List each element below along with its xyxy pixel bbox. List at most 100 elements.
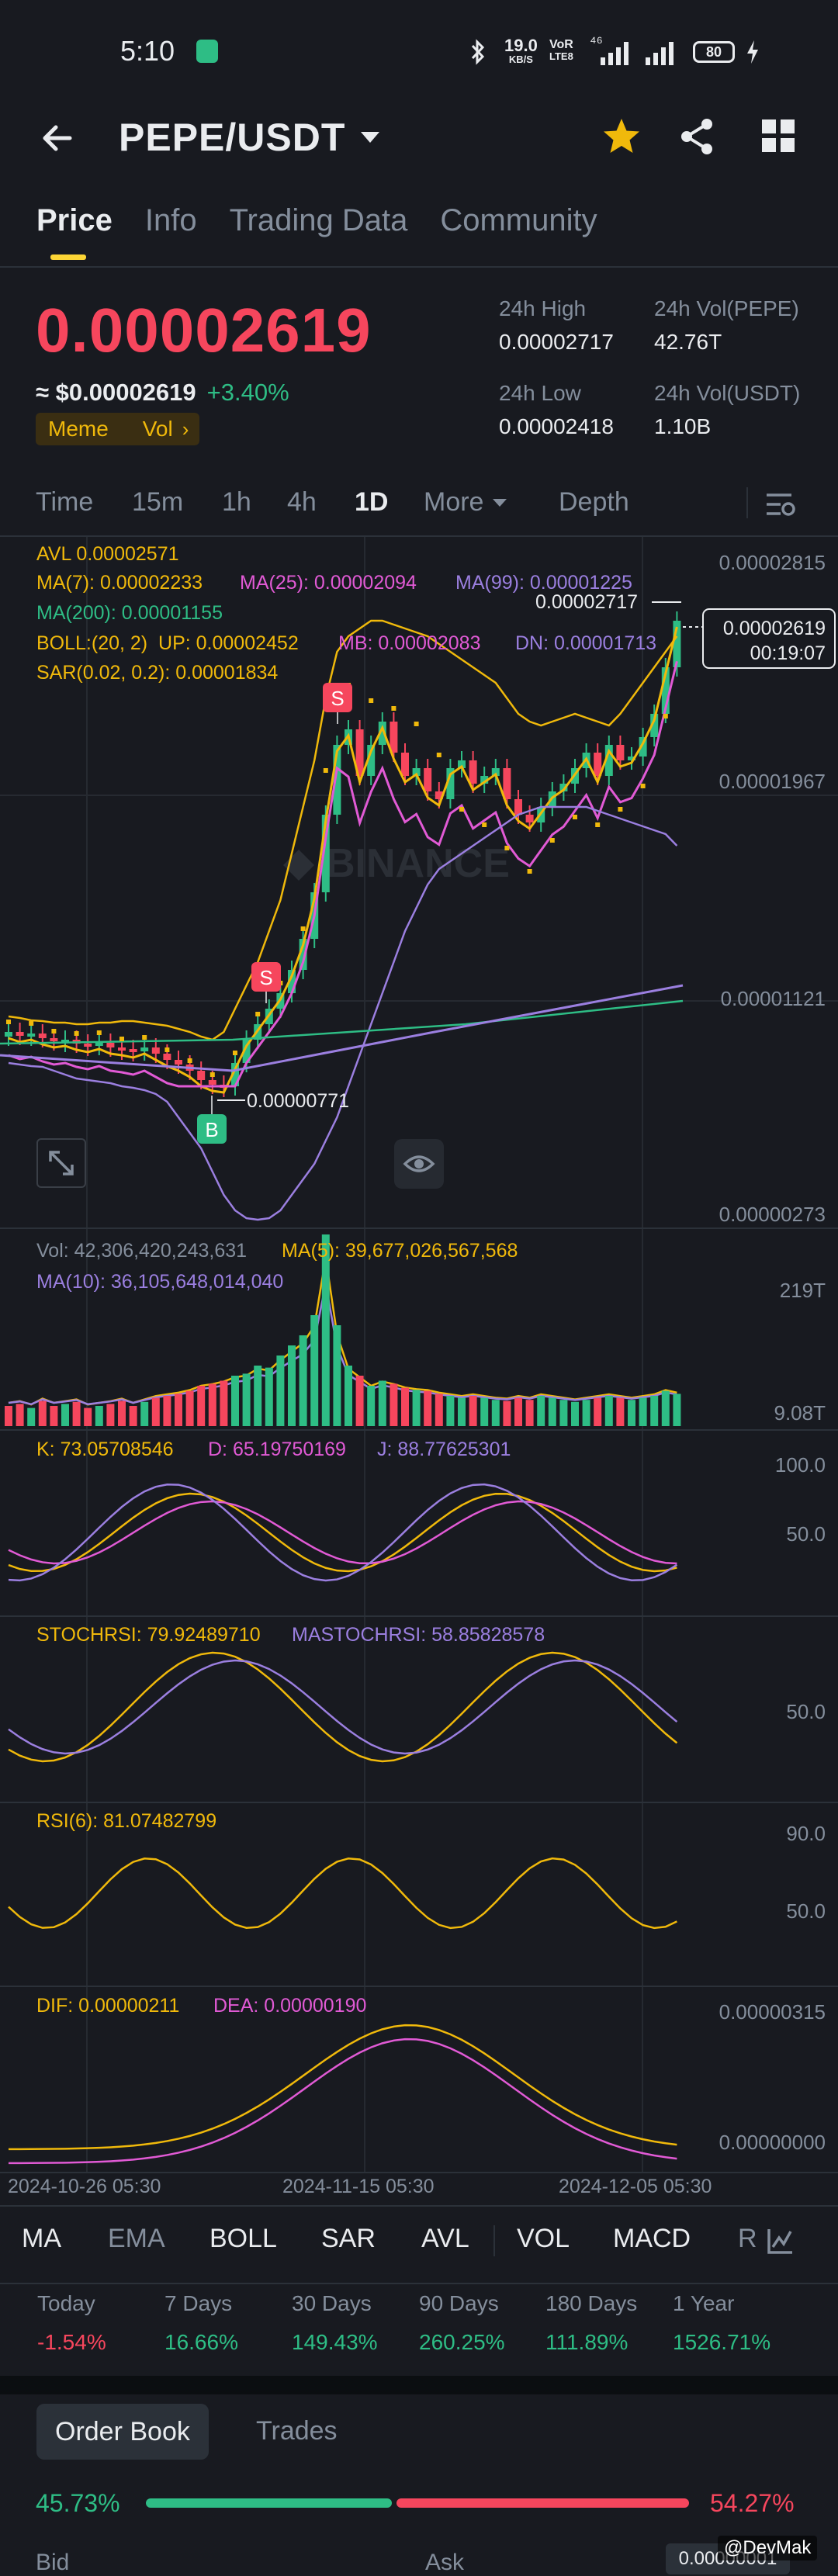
chart-settings-icon[interactable] [764,489,798,520]
sar-dot [482,822,487,827]
tag-meme: Meme [48,417,109,441]
sar-dot [255,1012,261,1016]
price-change: +3.40% [206,379,289,406]
volume-bar [38,1401,47,1426]
interval-depth[interactable]: Depth [559,487,629,518]
order-tab-trades[interactable]: Trades [256,2416,338,2446]
grid-layout-icon[interactable] [760,118,796,154]
battery-icon: 80 [693,41,735,63]
indicator-bottom-divider [0,2283,838,2284]
sar-dot [573,815,577,819]
vol-ma5-legend: MA(5): 39,677,026,567,568 [282,1240,518,1262]
candle-body [84,1044,92,1047]
notification-app-icon [196,40,218,63]
candle-body [514,799,522,815]
indicator-boll[interactable]: BOLL [210,2224,277,2254]
indicator-vol[interactable]: VOL [517,2224,570,2254]
candlestick-chart[interactable]: BINANCE 0.00002815 0.00001967 0.00001121… [0,537,838,2205]
rsi-legend: RSI(6): 81.07482799 [36,1810,217,1832]
y-label-2: 0.00001967 [719,770,826,793]
rsi-y-mid: 50.0 [786,1899,826,1923]
candle-body [106,1043,115,1047]
sar-dot [640,784,646,788]
indicator-ema[interactable]: EMA [108,2224,165,2254]
vol-base-label: 24h Vol(PEPE) [654,296,799,320]
perf-180d: 180 Days 111.89% [545,2291,638,2354]
interval-15m[interactable]: 15m [132,487,183,518]
rsi-y-top: 90.0 [786,1822,826,1845]
sar-dot [74,1031,79,1036]
volume-bar [118,1401,126,1426]
interval-1h[interactable]: 1h [222,487,251,518]
interval-time[interactable]: Time [36,487,93,518]
volume-bar [129,1406,137,1426]
volume-bar [525,1400,534,1426]
volume-bar [197,1386,206,1426]
volume-bar [276,1356,285,1426]
candle-body [140,1047,149,1051]
net-speed: 19.0 KB/S [504,36,538,65]
interval-4h[interactable]: 4h [287,487,317,518]
volume-bar [378,1380,386,1426]
sub-indicator-lines [8,1483,678,1930]
macd-dea-legend: DEA: 0.00000190 [213,1995,367,2017]
sar-dot [29,1021,34,1026]
mastochrsi-line [8,1659,678,1755]
volume-bar [72,1401,81,1426]
high-label: 24h High [499,296,587,320]
candle-body [129,1049,137,1052]
boll-dn-legend: DN: 0.00001713 [515,632,657,654]
indicator-rsi[interactable]: RSI [738,2224,758,2254]
vol-ma10-legend: MA(10): 36,105,648,014,040 [36,1271,284,1293]
kdj-k-legend: K: 73.05708546 [36,1439,174,1460]
volume-bar [16,1404,24,1426]
ma25-legend: MA(25): 0.00002094 [240,572,417,594]
tags-chip[interactable]: Meme Vol › [36,413,200,445]
tab-community[interactable]: Community [440,203,597,238]
back-arrow-icon[interactable] [37,118,78,158]
sar-dot [233,1051,237,1055]
indicator-ma[interactable]: MA [22,2224,61,2254]
candle-body [175,1060,182,1065]
perf-30d: 30 Days 149.43% [292,2291,378,2354]
volume-bar [582,1400,590,1426]
candle-body [118,1047,126,1051]
current-price-value: 0.00002619 [723,618,826,639]
sar-dot [210,1072,215,1077]
candle-body [208,1080,216,1085]
battery-level: 80 [705,44,722,60]
perf-7d: 7 Days 16.66% [164,2291,238,2354]
indicator-sar[interactable]: SAR [321,2224,376,2254]
interval-more[interactable]: More [424,487,508,518]
volume-bar [401,1387,409,1426]
volume-bar [469,1396,477,1426]
indicator-macd[interactable]: MACD [613,2224,691,2254]
tab-trading-data[interactable]: Trading Data [230,203,408,238]
perf-90d: 90 Days 260.25% [419,2291,505,2354]
sar-dot [504,846,510,850]
buy-marker: B [197,1096,227,1144]
volume-bar [50,1406,58,1426]
candle-body [616,745,625,760]
sar-dot [187,1058,192,1063]
share-icon[interactable] [677,116,718,157]
high-value: 0.00002717 [499,330,614,354]
indicator-avl[interactable]: AVL [421,2224,469,2254]
y-label-4: 0.00000273 [719,1203,826,1226]
kdj-j-legend: J: 88.77625301 [377,1439,511,1460]
tab-info[interactable]: Info [145,203,197,238]
pair-selector[interactable]: PEPE/USDT [119,115,381,160]
visibility-button[interactable] [394,1139,444,1189]
indicator-selector: MA EMA BOLL SAR AVL VOL MACD RSI [0,2221,838,2267]
panel-separators [0,1227,838,2173]
ask-percentage: 54.27% [710,2489,795,2517]
macd-dif-legend: DIF: 0.00000211 [36,1995,180,2017]
indicator-settings-icon[interactable] [765,2225,796,2256]
kdj-d-legend: D: 65.19750169 [208,1439,346,1460]
fullscreen-button[interactable] [36,1138,86,1188]
tab-price[interactable]: Price [36,203,113,260]
star-icon[interactable] [601,116,642,157]
order-tab-book[interactable]: Order Book [36,2404,209,2460]
interval-1d[interactable]: 1D [355,487,388,518]
volume-bar [559,1400,568,1426]
